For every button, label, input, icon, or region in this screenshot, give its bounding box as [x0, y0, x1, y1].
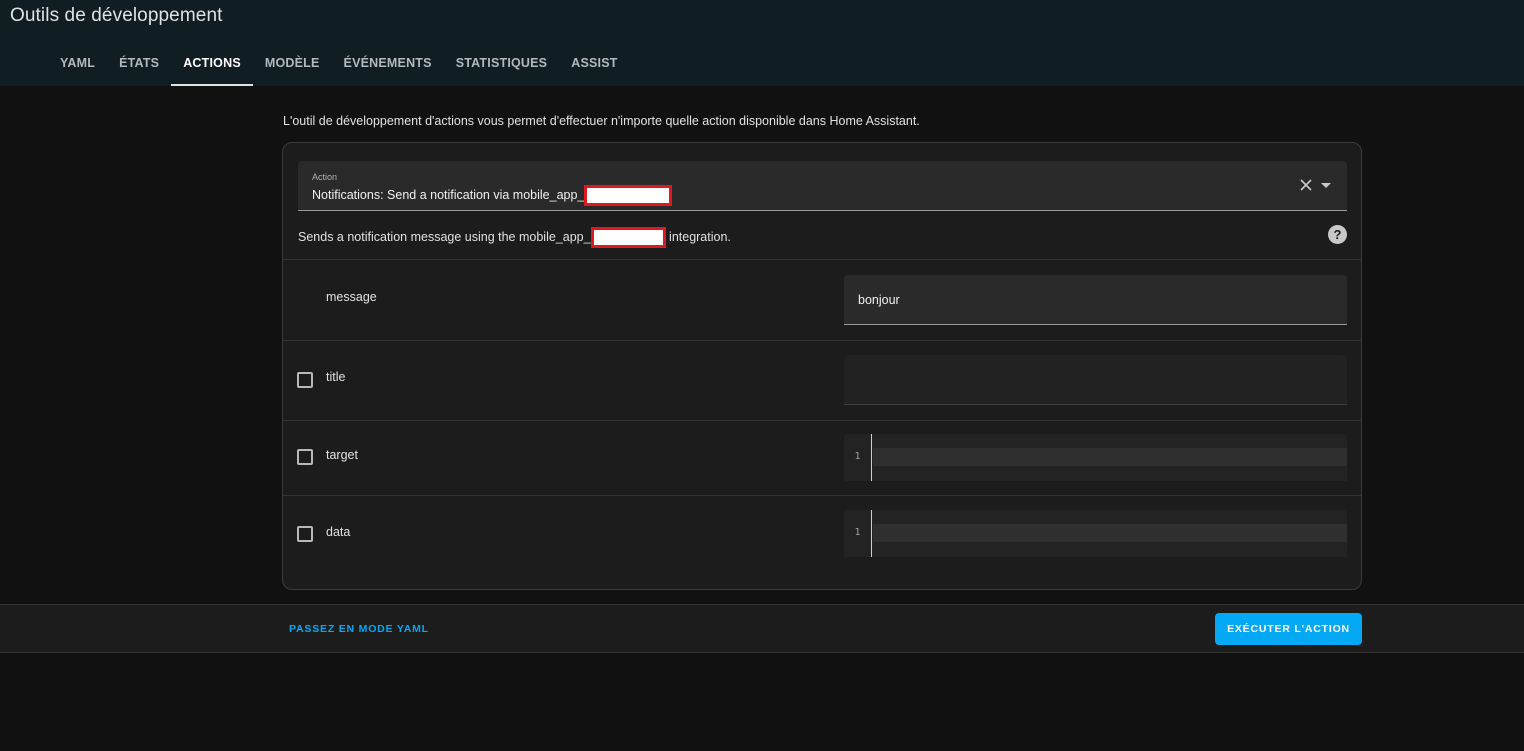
target-checkbox[interactable]	[297, 449, 313, 465]
action-select-value: Notifications: Send a notification via m…	[312, 185, 673, 206]
line-gutter: 1	[844, 434, 872, 481]
tab-assist[interactable]: ASSIST	[559, 40, 629, 86]
divider	[283, 259, 1361, 260]
dropdown-arrow-icon[interactable]	[1321, 183, 1331, 188]
redaction-box	[590, 227, 666, 248]
title-input[interactable]	[844, 355, 1347, 404]
tab-actions[interactable]: ACTIONS	[171, 40, 253, 86]
run-action-button[interactable]: EXÉCUTER L'ACTION	[1215, 613, 1362, 645]
line-gutter: 1	[844, 510, 872, 557]
intro-text: L'outil de développement d'actions vous …	[283, 114, 920, 128]
field-label-title: title	[326, 370, 346, 384]
redaction-box	[584, 185, 673, 206]
help-icon[interactable]: ?	[1328, 225, 1347, 244]
tab-modele[interactable]: MODÈLE	[253, 40, 332, 86]
title-checkbox[interactable]	[297, 372, 313, 388]
yaml-mode-button[interactable]: PASSEZ EN MODE YAML	[289, 623, 429, 635]
field-label-data: data	[326, 525, 351, 539]
tab-statistiques[interactable]: STATISTIQUES	[444, 40, 560, 86]
code-line[interactable]	[873, 524, 1347, 542]
divider	[283, 420, 1361, 421]
app-header: Outils de développement YAML ÉTATS ACTIO…	[0, 0, 1524, 86]
action-description: Sends a notification message using the m…	[298, 227, 731, 248]
page-title: Outils de développement	[10, 5, 223, 26]
line-number: 1	[854, 527, 861, 538]
data-checkbox[interactable]	[297, 526, 313, 542]
line-number: 1	[854, 451, 861, 462]
divider	[283, 495, 1361, 496]
tab-bar: YAML ÉTATS ACTIONS MODÈLE ÉVÉNEMENTS STA…	[48, 40, 630, 86]
description-text: Sends a notification message using the m…	[298, 229, 591, 244]
action-select-label: Action	[312, 172, 338, 182]
message-field[interactable]	[844, 275, 1347, 325]
tab-evenements[interactable]: ÉVÉNEMENTS	[332, 40, 444, 86]
close-icon[interactable]	[1299, 178, 1313, 192]
data-code-editor[interactable]: 1	[844, 510, 1347, 557]
message-input[interactable]	[844, 275, 1347, 324]
description-suffix: integration.	[665, 229, 731, 244]
field-label-target: target	[326, 448, 358, 462]
code-line[interactable]	[873, 448, 1347, 466]
tab-etats[interactable]: ÉTATS	[107, 40, 171, 86]
action-select[interactable]: Action Notifications: Send a notificatio…	[298, 161, 1347, 211]
action-select-value-text: Notifications: Send a notification via m…	[312, 187, 585, 202]
tab-yaml[interactable]: YAML	[48, 40, 107, 86]
field-label-message: message	[326, 290, 377, 304]
title-field[interactable]	[844, 355, 1347, 405]
action-card: Action Notifications: Send a notificatio…	[282, 142, 1362, 590]
divider	[283, 340, 1361, 341]
action-footer: PASSEZ EN MODE YAML EXÉCUTER L'ACTION	[0, 604, 1524, 653]
target-code-editor[interactable]: 1	[844, 434, 1347, 481]
